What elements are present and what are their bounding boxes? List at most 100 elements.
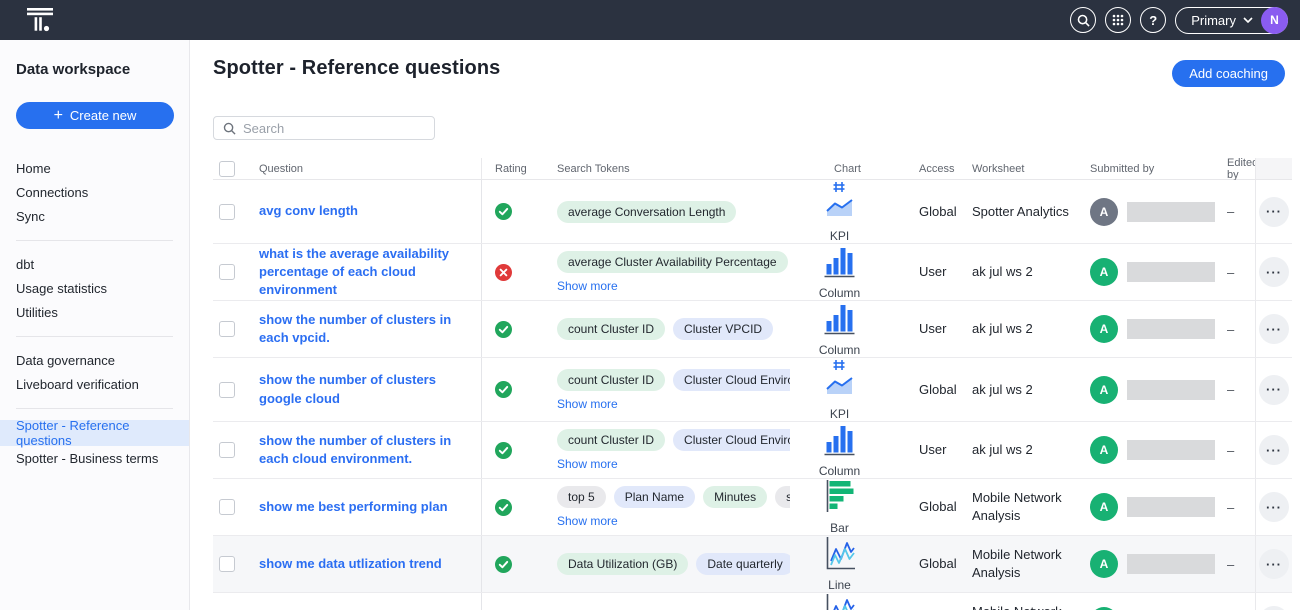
search-token-pill: average Conversation Length [557, 201, 736, 223]
column-header-search-tokens: Search Tokens [545, 158, 790, 179]
row-checkbox[interactable] [219, 204, 235, 220]
search-box[interactable] [213, 116, 435, 140]
submitted-by-avatar: A [1090, 376, 1118, 404]
chart-type-icon-line [823, 593, 856, 610]
row-actions-button[interactable]: ··· [1259, 375, 1289, 405]
worksheet-value: ak jul ws 2 [972, 320, 1033, 338]
sidebar-item-usage-statistics[interactable]: Usage statistics [0, 276, 189, 300]
search-token-pill: Date quarterly [696, 553, 790, 575]
reference-questions-table: QuestionRatingSearch TokensChartAccessWo… [213, 158, 1292, 610]
question-link[interactable]: show me best performing plan [259, 498, 448, 516]
apps-grid-icon[interactable] [1105, 7, 1131, 33]
divider [16, 336, 173, 337]
thoughtspot-logo [26, 7, 54, 33]
token-list: top 5Plan NameMinutessort by [557, 486, 790, 508]
row-actions-button[interactable]: ··· [1259, 257, 1289, 287]
chart-type-label: Column [819, 343, 860, 357]
table-row: data utlization trend Data Utilization (… [213, 593, 1292, 610]
chart-type-icon-column [824, 244, 855, 284]
sidebar-item-spotter-reference-questions[interactable]: Spotter - Reference questions [0, 420, 189, 446]
row-checkbox[interactable] [219, 556, 235, 572]
row-actions-button[interactable]: ··· [1259, 314, 1289, 344]
sidebar-item-connections[interactable]: Connections [0, 180, 189, 204]
row-actions-button[interactable]: ··· [1259, 549, 1289, 579]
search-token-pill: count Cluster ID [557, 429, 665, 451]
question-link[interactable]: what is the average availability percent… [259, 245, 471, 300]
column-header-edited-by: Edited by [1215, 158, 1255, 179]
table-row: show me data utlization trend Data Utili… [213, 536, 1292, 593]
submitted-by-name-redacted [1127, 380, 1215, 400]
access-value: Global [919, 555, 957, 573]
sidebar: Data workspace + Create new HomeConnecti… [0, 40, 190, 610]
search-token-pill: Minutes [703, 486, 767, 508]
column-header-worksheet: Worksheet [960, 158, 1078, 179]
rating-fail-icon [495, 264, 512, 281]
question-link[interactable]: show the number of clusters in each vpci… [259, 311, 471, 347]
show-more-link[interactable]: Show more [557, 457, 618, 471]
rating-pass-icon [495, 203, 512, 220]
select-all-checkbox[interactable] [219, 161, 235, 177]
show-more-link[interactable]: Show more [557, 514, 618, 528]
row-checkbox[interactable] [219, 382, 235, 398]
column-header-checkbox [213, 158, 247, 179]
sidebar-item-data-governance[interactable]: Data governance [0, 348, 189, 372]
question-link[interactable]: show the number of clusters google cloud [259, 371, 471, 407]
row-actions-button[interactable]: ··· [1259, 197, 1289, 227]
search-token-pill: Data Utilization (GB) [557, 553, 688, 575]
row-checkbox[interactable] [219, 442, 235, 458]
worksheet-value: ak jul ws 2 [972, 381, 1033, 399]
column-header-label: Access [919, 163, 954, 175]
chart-type-icon-column [824, 422, 855, 462]
access-value: User [919, 320, 946, 338]
org-switcher[interactable]: Primary N [1175, 7, 1288, 34]
row-actions-button[interactable]: ··· [1259, 492, 1289, 522]
submitted-by-name-redacted [1127, 554, 1215, 574]
question-link[interactable]: show me data utlization trend [259, 555, 442, 573]
row-actions-button[interactable]: ··· [1259, 435, 1289, 465]
table-body: avg conv length average Conversation Len… [213, 180, 1292, 610]
search-icon[interactable] [1070, 7, 1096, 33]
sidebar-item-spotter-business-terms[interactable]: Spotter - Business terms [0, 446, 189, 470]
sidebar-item-utilities[interactable]: Utilities [0, 300, 189, 324]
question-link[interactable]: show the number of clusters in each clou… [259, 432, 471, 468]
row-checkbox[interactable] [219, 321, 235, 337]
help-icon[interactable]: ? [1140, 7, 1166, 33]
topbar: ? Primary N [0, 0, 1300, 40]
sidebar-item-liveboard-verification[interactable]: Liveboard verification [0, 372, 189, 396]
search-token-pill: Cluster VPCID [673, 318, 773, 340]
add-coaching-button[interactable]: Add coaching [1172, 60, 1285, 87]
user-avatar[interactable]: N [1261, 7, 1288, 34]
sidebar-title: Data workspace [0, 61, 189, 78]
submitted-by-name-redacted [1127, 319, 1215, 339]
create-new-button[interactable]: + Create new [16, 102, 174, 129]
page-title: Spotter - Reference questions [213, 57, 500, 80]
worksheet-value: Mobile Network Analysis [972, 546, 1078, 581]
column-header-chart: Chart [790, 158, 905, 179]
rating-pass-icon [495, 556, 512, 573]
chart-type-icon-kpi [824, 358, 855, 405]
sidebar-item-dbt[interactable]: dbt [0, 252, 189, 276]
sidebar-item-sync[interactable]: Sync [0, 204, 189, 228]
search-token-pill: count Cluster ID [557, 318, 665, 340]
table-row: show the number of clusters in each vpci… [213, 301, 1292, 358]
table-row: show the number of clusters in each clou… [213, 422, 1292, 479]
column-header-label: Search Tokens [557, 163, 630, 175]
search-icon [223, 122, 236, 135]
create-new-label: Create new [70, 108, 136, 123]
org-label: Primary [1191, 13, 1236, 28]
search-input[interactable] [243, 121, 425, 136]
topbar-actions: ? Primary N [1070, 7, 1288, 34]
sidebar-nav: HomeConnectionsSync dbtUsage statisticsUt… [0, 156, 189, 470]
table-row: avg conv length average Conversation Len… [213, 180, 1292, 244]
chart-type-icon-bar [824, 479, 856, 519]
row-checkbox[interactable] [219, 264, 235, 280]
sidebar-item-home[interactable]: Home [0, 156, 189, 180]
column-header-submitted-by: Submitted by [1078, 158, 1215, 179]
row-actions-button[interactable]: ··· [1259, 606, 1289, 610]
question-link[interactable]: avg conv length [259, 202, 358, 220]
show-more-link[interactable]: Show more [557, 279, 618, 293]
chart-type-icon-line [823, 536, 856, 576]
show-more-link[interactable]: Show more [557, 397, 618, 411]
row-checkbox[interactable] [219, 499, 235, 515]
chart-type-label: KPI [830, 229, 849, 243]
